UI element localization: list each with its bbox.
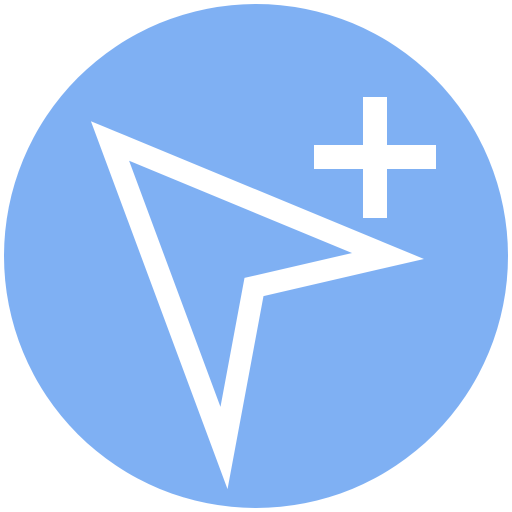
circle-background [4,4,508,508]
plus-horizontal-bar [314,145,436,169]
icon-canvas [0,0,512,512]
add-pointer-icon [4,4,508,508]
